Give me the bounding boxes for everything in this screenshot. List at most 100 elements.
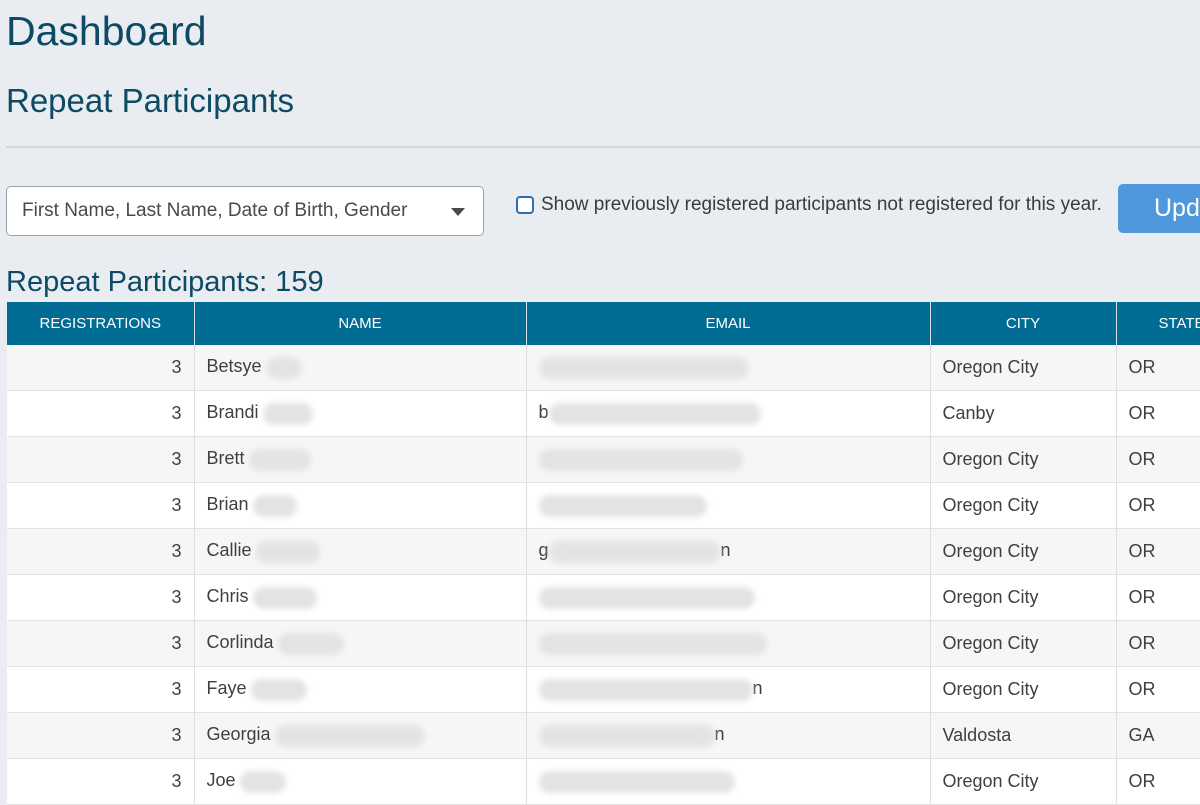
registrations-cell: 3 (7, 574, 195, 621)
email-cell[interactable] (526, 620, 931, 667)
email-cell[interactable] (526, 574, 931, 621)
city-cell: Canby (930, 390, 1117, 437)
match-criteria-select[interactable]: First Name, Last Name, Date of Birth, Ge… (6, 186, 484, 236)
column-header-city[interactable]: CITY (930, 302, 1117, 345)
email-suffix: n (752, 678, 763, 699)
state-cell: OR (1116, 574, 1200, 621)
participants-count: Repeat Participants: 159 (6, 266, 324, 298)
email-cell[interactable]: n (526, 712, 931, 759)
email-prefix: g (538, 540, 549, 561)
registrations-cell: 3 (7, 345, 195, 391)
update-button[interactable]: Upd (1118, 184, 1200, 233)
redacted-email (548, 540, 721, 563)
city-cell: Oregon City (930, 436, 1117, 483)
column-header-name[interactable]: NAME (194, 302, 527, 345)
column-header-email[interactable]: EMAIL (526, 302, 931, 345)
participant-name: Brandi (206, 402, 259, 423)
redacted-email (538, 586, 755, 609)
name-cell[interactable]: Brian (194, 482, 527, 529)
participant-name: Betsye (206, 356, 262, 377)
email-cell[interactable]: n (526, 666, 931, 713)
city-cell: Valdosta (930, 712, 1117, 759)
email-prefix: b (538, 402, 549, 423)
city-cell: Oregon City (930, 758, 1117, 805)
registrations-cell: 3 (7, 390, 195, 437)
state-cell: OR (1116, 666, 1200, 713)
state-cell: OR (1116, 436, 1200, 483)
table-row[interactable]: 3 Brian Oregon City OR (7, 482, 1200, 529)
redacted-name (252, 586, 317, 609)
redacted-name (248, 448, 311, 471)
page-title: Dashboard (6, 8, 207, 54)
redacted-name (255, 540, 320, 563)
table-row[interactable]: 3 Chris Oregon City OR (7, 574, 1200, 621)
table-row[interactable]: 3 Brett Oregon City OR (7, 436, 1200, 483)
participant-name: Faye (206, 678, 247, 699)
table-row[interactable]: 3 Georgia n Valdosta GA (7, 712, 1200, 759)
city-cell: Oregon City (930, 620, 1117, 667)
registrations-cell: 3 (7, 482, 195, 529)
redacted-name (274, 724, 425, 747)
section-title: Repeat Participants (6, 82, 294, 119)
redacted-email (538, 678, 753, 701)
redacted-name (265, 356, 302, 379)
match-criteria-value: First Name, Last Name, Date of Birth, Ge… (22, 200, 408, 221)
show-previous-checkbox[interactable] (516, 196, 534, 214)
redacted-name (252, 494, 297, 517)
name-cell[interactable]: Joe (194, 758, 527, 805)
table-row[interactable]: 3 Corlinda Oregon City OR (7, 620, 1200, 667)
registrations-cell: 3 (7, 758, 195, 805)
name-cell[interactable]: Chris (194, 574, 527, 621)
state-cell: GA (1116, 712, 1200, 759)
email-cell[interactable] (526, 436, 931, 483)
participant-name: Corlinda (206, 632, 274, 653)
name-cell[interactable]: Betsye (194, 345, 527, 391)
column-header-registrations[interactable]: REGISTRATIONS (7, 302, 195, 345)
name-cell[interactable]: Georgia (194, 712, 527, 759)
state-cell: OR (1116, 620, 1200, 667)
table-row[interactable]: 3 Faye n Oregon City OR (7, 666, 1200, 713)
participant-name: Brian (206, 494, 249, 515)
redacted-name (250, 678, 307, 701)
state-cell: OR (1116, 528, 1200, 575)
name-cell[interactable]: Callie (194, 528, 527, 575)
city-cell: Oregon City (930, 345, 1117, 391)
show-previous-toggle[interactable]: Show previously registered participants … (516, 194, 1102, 216)
email-cell[interactable]: gn (526, 528, 931, 575)
email-cell[interactable] (526, 758, 931, 805)
city-cell: Oregon City (930, 528, 1117, 575)
registrations-cell: 3 (7, 528, 195, 575)
registrations-cell: 3 (7, 666, 195, 713)
registrations-cell: 3 (7, 712, 195, 759)
column-header-state[interactable]: STATE (1116, 302, 1200, 345)
email-cell[interactable] (526, 482, 931, 529)
divider (6, 146, 1200, 148)
state-cell: OR (1116, 482, 1200, 529)
table-row[interactable]: 3 Joe Oregon City OR (7, 758, 1200, 805)
email-cell[interactable]: b (526, 390, 931, 437)
registrations-cell: 3 (7, 436, 195, 483)
name-cell[interactable]: Corlinda (194, 620, 527, 667)
participants-table: REGISTRATIONS NAME EMAIL CITY STATE 3 Bet… (7, 302, 1200, 805)
state-cell: OR (1116, 345, 1200, 391)
email-cell[interactable] (526, 345, 931, 391)
redacted-email (548, 402, 761, 425)
redacted-email (538, 448, 743, 471)
email-suffix: n (714, 724, 725, 745)
participant-name: Georgia (206, 724, 271, 745)
participant-name: Brett (206, 448, 245, 469)
name-cell[interactable]: Brandi (194, 390, 527, 437)
table-row[interactable]: 3 Callie g n Oregon City OR (7, 528, 1200, 575)
participant-name: Chris (206, 586, 249, 607)
redacted-name (277, 632, 344, 655)
name-cell[interactable]: Brett (194, 436, 527, 483)
registrations-cell: 3 (7, 620, 195, 667)
table-row[interactable]: 3 Brandi b Canby OR (7, 390, 1200, 437)
caret-down-icon (451, 208, 465, 216)
table-row[interactable]: 3 Betsye Oregon City OR (7, 345, 1200, 391)
redacted-email (538, 724, 715, 747)
redacted-email (538, 770, 735, 793)
participant-name: Callie (206, 540, 252, 561)
name-cell[interactable]: Faye (194, 666, 527, 713)
redacted-email (538, 632, 767, 655)
